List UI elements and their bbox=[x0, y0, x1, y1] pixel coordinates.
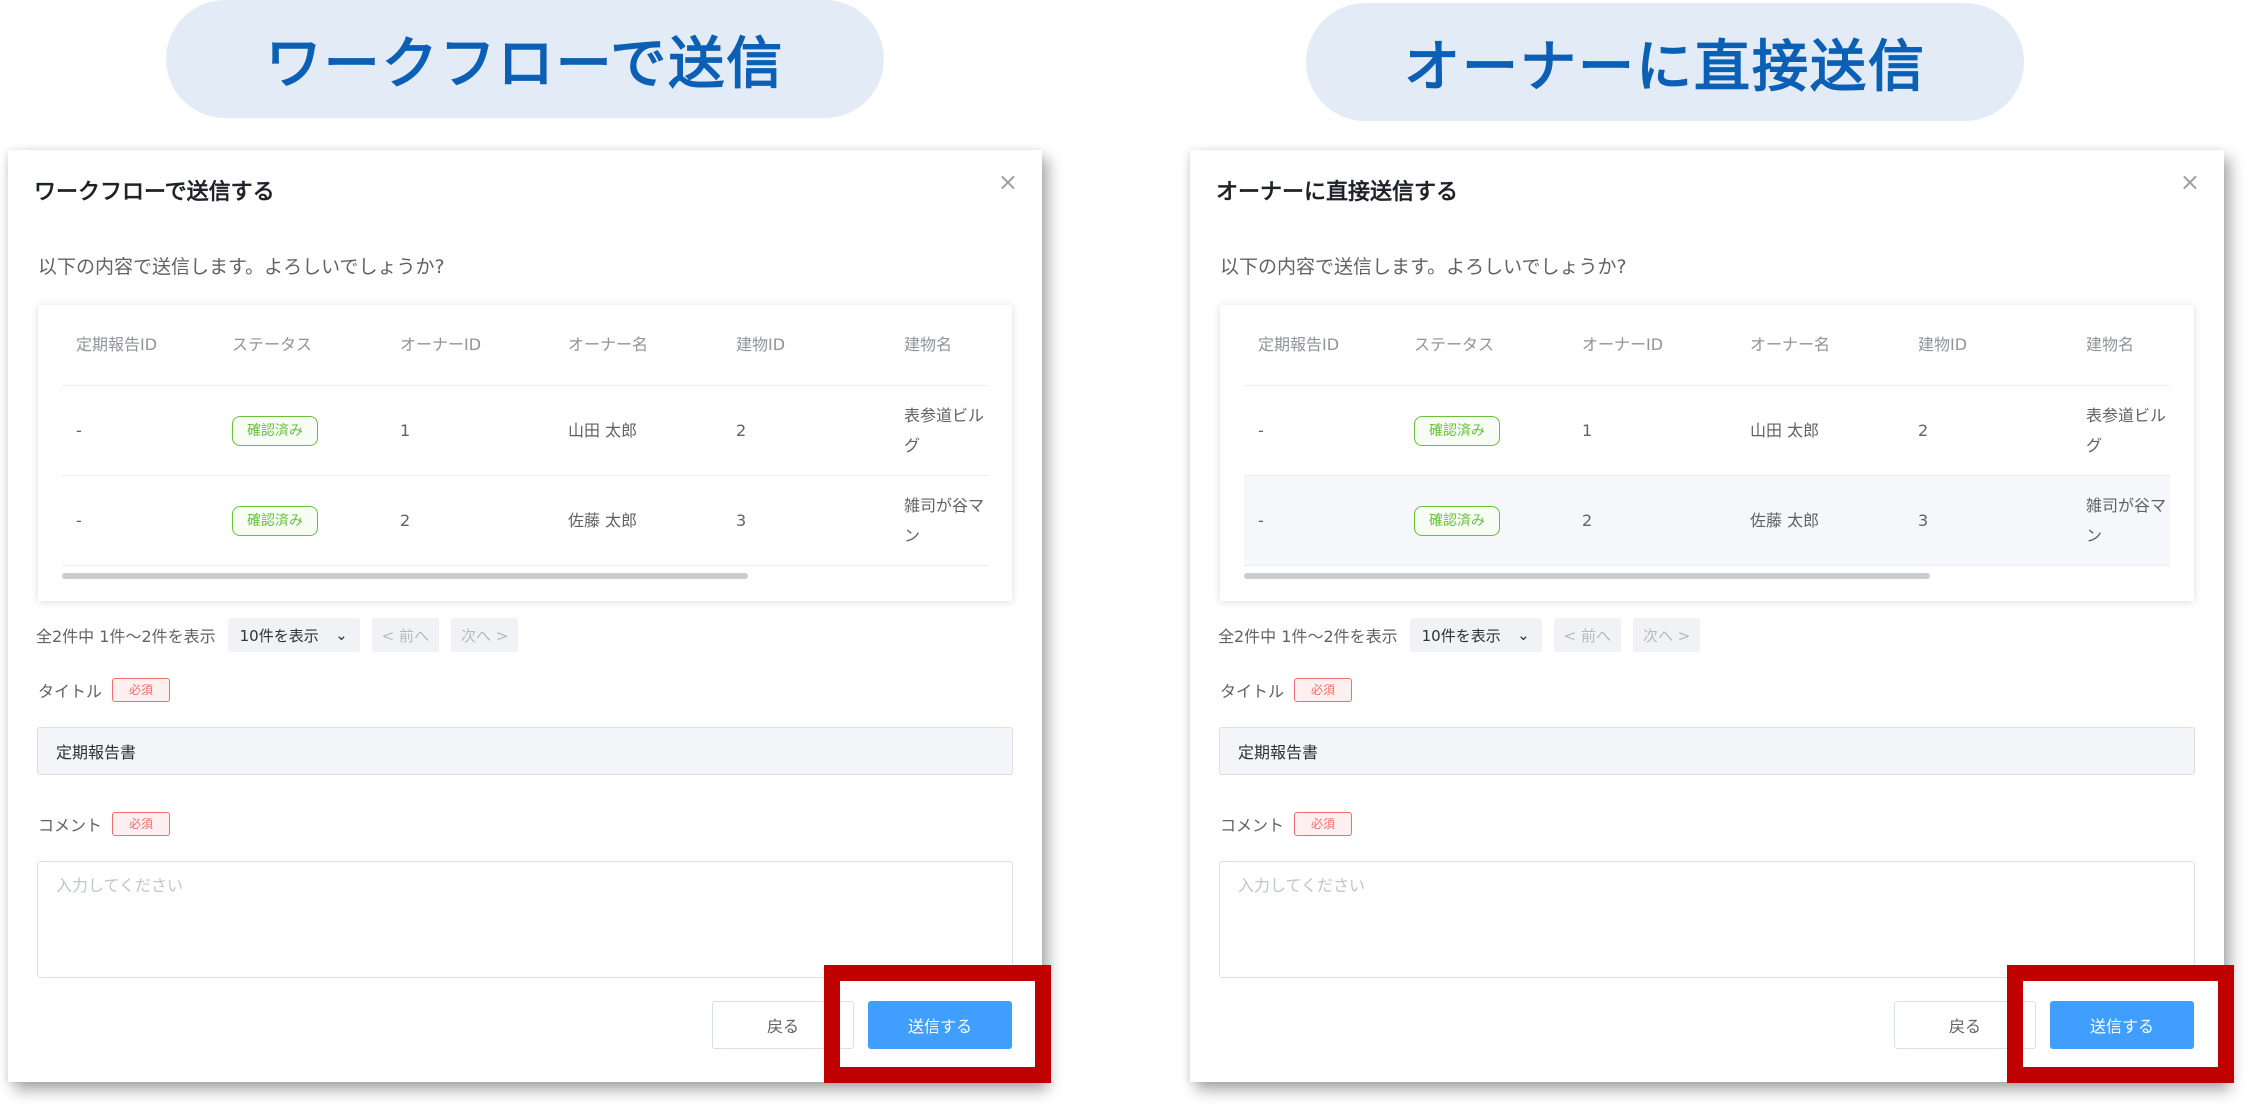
owner-name: 山田 太郎 bbox=[1750, 420, 1820, 440]
owner-id: 1 bbox=[400, 420, 411, 440]
report-id: - bbox=[1258, 420, 1264, 440]
building-id: 2 bbox=[736, 420, 747, 440]
building-name: 表参道ビルグ bbox=[2086, 405, 2167, 455]
header-direct-send: オーナーに直接送信 bbox=[1306, 3, 2024, 121]
page-size-select[interactable]: 10件を表示 ⌄ bbox=[227, 618, 360, 652]
header-workflow-send: ワークフローで送信 bbox=[166, 0, 884, 118]
column-header: オーナー名 bbox=[568, 335, 649, 354]
table-row: - 確認済み 1 山田 太郎 2 表参道ビルグ bbox=[1244, 386, 2170, 476]
column-header: 定期報告ID bbox=[1258, 335, 1340, 354]
prev-page-button[interactable]: < 前へ bbox=[1553, 618, 1621, 652]
building-name: 表参道ビルグ bbox=[904, 405, 985, 455]
page-size-select[interactable]: 10件を表示 ⌄ bbox=[1409, 618, 1542, 652]
building-id: 2 bbox=[1918, 420, 1929, 440]
send-button-highlight bbox=[2007, 965, 2234, 1083]
status-badge: 確認済み bbox=[1414, 416, 1500, 446]
column-header: 建物名 bbox=[904, 335, 953, 354]
table-row: - 確認済み 2 佐藤 太郎 3 雑司が谷マン bbox=[1244, 476, 2170, 566]
required-badge: 必須 bbox=[1294, 678, 1353, 702]
page-size-value: 10件を表示 bbox=[1421, 626, 1501, 645]
dialog-description: 以下の内容で送信します。よろしいでしょうか? bbox=[1220, 256, 1627, 278]
owner-id: 2 bbox=[1582, 510, 1593, 530]
table-row: - 確認済み 1 山田 太郎 2 表参道ビルグ bbox=[62, 386, 988, 476]
pagination-summary: 全2件中 1件〜2件を表示 bbox=[36, 627, 216, 646]
report-table: 定期報告ID ステータス オーナーID オーナー名 建物ID 建物名 - 確認済… bbox=[38, 305, 1012, 601]
direct-send-dialog: オーナーに直接送信する × 以下の内容で送信します。よろしいでしょうか? 定期報… bbox=[1190, 150, 2234, 1083]
building-id: 3 bbox=[1918, 510, 1929, 530]
title-label-row: タイトル 必須 bbox=[1220, 678, 1353, 702]
send-button-highlight bbox=[824, 965, 1051, 1083]
status-badge: 確認済み bbox=[232, 416, 318, 446]
report-table: 定期報告ID ステータス オーナーID オーナー名 建物ID 建物名 - 確認済… bbox=[1220, 305, 2194, 601]
table-header: 定期報告ID ステータス オーナーID オーナー名 建物ID 建物名 bbox=[1244, 305, 2170, 386]
close-icon[interactable]: × bbox=[2180, 168, 2200, 196]
owner-name: 山田 太郎 bbox=[568, 420, 638, 440]
owner-id: 1 bbox=[1582, 420, 1593, 440]
column-header: 建物名 bbox=[2086, 335, 2135, 354]
chevron-down-icon: ⌄ bbox=[335, 626, 348, 644]
chevron-down-icon: ⌄ bbox=[1517, 626, 1530, 644]
comment-label-row: コメント 必須 bbox=[38, 812, 171, 836]
next-page-button[interactable]: 次へ > bbox=[450, 618, 519, 652]
required-badge: 必須 bbox=[112, 812, 171, 836]
table-header: 定期報告ID ステータス オーナーID オーナー名 建物ID 建物名 bbox=[62, 305, 988, 386]
comment-textarea[interactable]: 入力してください bbox=[1219, 861, 2195, 978]
report-id: - bbox=[76, 420, 82, 440]
dialog-title: ワークフローで送信する bbox=[34, 180, 275, 205]
pagination: 全2件中 1件〜2件を表示 10件を表示 ⌄ < 前へ 次へ > bbox=[36, 618, 519, 652]
required-badge: 必須 bbox=[1294, 812, 1353, 836]
column-header: オーナーID bbox=[400, 335, 482, 354]
column-header: オーナー名 bbox=[1750, 335, 1831, 354]
comment-label: コメント bbox=[1220, 816, 1285, 835]
title-input[interactable]: 定期報告書 bbox=[37, 727, 1013, 775]
title-label-row: タイトル 必須 bbox=[38, 678, 171, 702]
owner-name: 佐藤 太郎 bbox=[1750, 510, 1820, 530]
building-id: 3 bbox=[736, 510, 747, 530]
column-header: オーナーID bbox=[1582, 335, 1664, 354]
horizontal-scrollbar[interactable] bbox=[62, 573, 748, 579]
title-label: タイトル bbox=[38, 682, 103, 701]
pagination-summary: 全2件中 1件〜2件を表示 bbox=[1218, 627, 1398, 646]
comment-label: コメント bbox=[38, 816, 103, 835]
building-name: 雑司が谷マン bbox=[904, 495, 985, 545]
horizontal-scrollbar[interactable] bbox=[1244, 573, 1930, 579]
column-header: 定期報告ID bbox=[76, 335, 158, 354]
page-size-value: 10件を表示 bbox=[239, 626, 319, 645]
status-badge: 確認済み bbox=[1414, 506, 1500, 536]
comment-label-row: コメント 必須 bbox=[1220, 812, 1353, 836]
next-page-button[interactable]: 次へ > bbox=[1632, 618, 1701, 652]
owner-name: 佐藤 太郎 bbox=[568, 510, 638, 530]
report-id: - bbox=[1258, 510, 1264, 530]
prev-page-button[interactable]: < 前へ bbox=[371, 618, 439, 652]
title-label: タイトル bbox=[1220, 682, 1285, 701]
title-input[interactable]: 定期報告書 bbox=[1219, 727, 2195, 775]
table-row: - 確認済み 2 佐藤 太郎 3 雑司が谷マン bbox=[62, 476, 988, 566]
column-header: ステータス bbox=[232, 335, 313, 354]
column-header: ステータス bbox=[1414, 335, 1495, 354]
required-badge: 必須 bbox=[112, 678, 171, 702]
pagination: 全2件中 1件〜2件を表示 10件を表示 ⌄ < 前へ 次へ > bbox=[1218, 618, 1701, 652]
owner-id: 2 bbox=[400, 510, 411, 530]
building-name: 雑司が谷マン bbox=[2086, 495, 2167, 545]
workflow-send-dialog: ワークフローで送信する × 以下の内容で送信します。よろしいでしょうか? 定期報… bbox=[8, 150, 1051, 1083]
close-icon[interactable]: × bbox=[998, 168, 1018, 196]
comment-textarea[interactable]: 入力してください bbox=[37, 861, 1013, 978]
report-id: - bbox=[76, 510, 82, 530]
dialog-title: オーナーに直接送信する bbox=[1216, 180, 1459, 205]
status-badge: 確認済み bbox=[232, 506, 318, 536]
dialog-description: 以下の内容で送信します。よろしいでしょうか? bbox=[38, 256, 445, 278]
column-header: 建物ID bbox=[736, 335, 786, 354]
column-header: 建物ID bbox=[1918, 335, 1968, 354]
